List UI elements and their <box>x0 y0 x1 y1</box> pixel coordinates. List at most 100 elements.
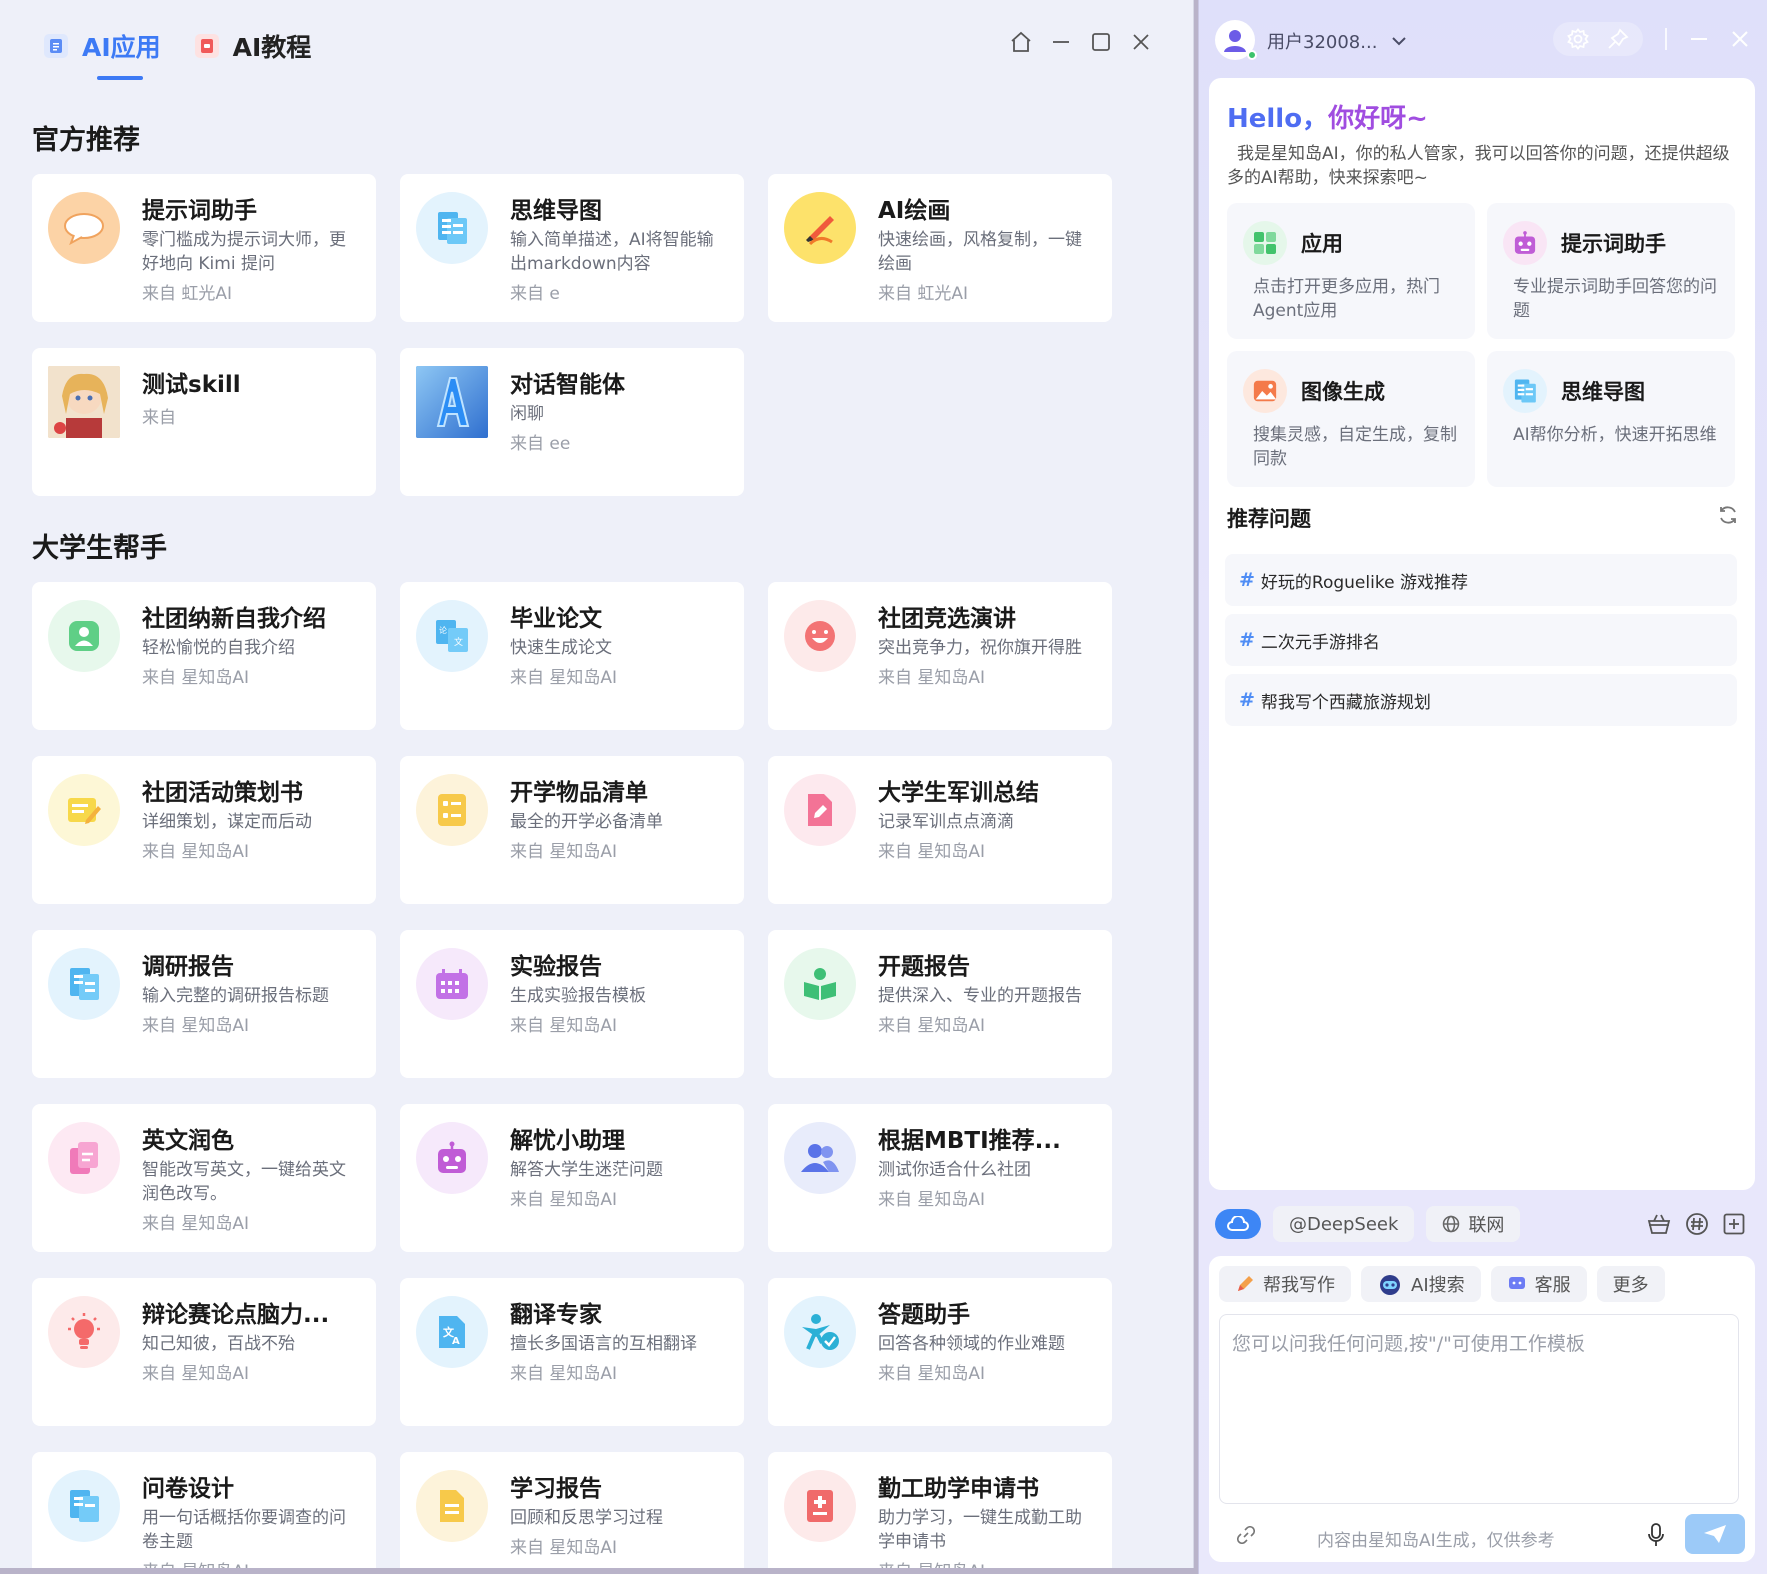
card-source: 来自 星知岛AI <box>142 1560 360 1568</box>
translate-icon: 文A <box>416 1296 488 1368</box>
recommend-item[interactable]: # 二次元手游排名 <box>1225 614 1737 666</box>
card-title: AI绘画 <box>878 198 951 224</box>
app-card[interactable]: 实验报告 生成实验报告模板 来自 星知岛AI <box>400 930 744 1078</box>
app-card[interactable]: 解忧小助理 解答大学生迷茫问题 来自 星知岛AI <box>400 1104 744 1252</box>
card-body: 辩论赛论点脑力... 知己知彼，百战不殆 来自 星知岛AI <box>142 1296 360 1408</box>
svg-text:论: 论 <box>439 625 447 635</box>
basket-icon[interactable] <box>1647 1213 1671 1235</box>
app-card[interactable]: 大学生军训总结 记录军训点点滴滴 来自 星知岛AI <box>768 756 1112 904</box>
app-card[interactable]: 社团纳新自我介绍轻松愉悦的自我介绍 来自 星知岛AI <box>32 582 376 730</box>
app-card[interactable]: AI绘画 快速绘画，风格复制，一键绘画 来自 虹光AI <box>768 174 1112 322</box>
card-source: 来自 星知岛AI <box>878 1364 986 1384</box>
greeting: Hello，你好呀~ <box>1227 98 1428 135</box>
more-button[interactable]: 更多 <box>1596 1266 1665 1302</box>
translate-doc-icon: 论文 <box>416 600 488 672</box>
quick-card-head: 图像生成 <box>1243 369 1461 413</box>
app-card[interactable]: 问卷设计用一句话概括你要调查的问卷主题来自 星知岛AI <box>32 1452 376 1568</box>
card-body: 调研报告 输入完整的调研报告标题 来自 星知岛AI <box>142 948 360 1060</box>
quick-card[interactable]: 提示词助手 专业提示词助手回答您的问题 <box>1487 203 1735 339</box>
card-source: 来自 星知岛AI <box>878 1560 1096 1568</box>
app-card[interactable]: 勤工助学申请书助力学习，一键生成勤工助学申请书来自 星知岛AI <box>768 1452 1112 1568</box>
card-desc: 输入完整的调研报告标题 <box>142 986 329 1006</box>
app-card[interactable]: 学习报告 回顾和反思学习过程 来自 星知岛AI <box>400 1452 744 1568</box>
refresh-icon[interactable] <box>1717 504 1739 530</box>
app-card[interactable]: 对话智能体 闲聊 来自 ee <box>400 348 744 496</box>
add-icon[interactable] <box>1723 1213 1745 1235</box>
app-card[interactable]: 社团竞选演讲 突出竞争力，祝你旗开得胜 来自 星知岛AI <box>768 582 1112 730</box>
help-write-button[interactable]: 帮我写作 <box>1219 1266 1351 1302</box>
tool-label: 更多 <box>1612 1275 1649 1296</box>
microphone-icon[interactable] <box>1647 1522 1665 1548</box>
recommend-item[interactable]: # 好玩的Roguelike 游戏推荐 <box>1225 554 1737 606</box>
chevron-down-icon <box>1392 37 1407 46</box>
hashtag-icon[interactable] <box>1685 1212 1709 1236</box>
doc-icon <box>44 34 68 58</box>
greeting-highlight: 你好呀~ <box>1328 104 1428 134</box>
send-button[interactable] <box>1685 1514 1745 1554</box>
card-desc: 提供深入、专业的开题报告 <box>878 986 1082 1006</box>
close-icon[interactable] <box>1731 30 1749 48</box>
gear-icon[interactable] <box>1567 28 1589 50</box>
card-source: 来自 星知岛AI <box>510 1190 618 1210</box>
home-icon[interactable] <box>1009 30 1033 54</box>
avatar[interactable] <box>1215 20 1257 60</box>
apps-icon <box>1243 221 1287 265</box>
minimize-icon[interactable] <box>1049 30 1073 54</box>
web-search-toggle[interactable]: 联网 <box>1426 1206 1521 1242</box>
list-icon <box>416 774 488 846</box>
close-icon[interactable] <box>1129 30 1153 54</box>
card-desc: 智能改写英文，一键给英文润色改写。 <box>142 1160 346 1204</box>
username: 用户32008... <box>1267 32 1378 53</box>
copy-icon <box>48 1122 120 1194</box>
app-card[interactable]: 开题报告 提供深入、专业的开题报告 来自 星知岛AI <box>768 930 1112 1078</box>
app-card[interactable]: 开学物品清单 最全的开学必备清单 来自 星知岛AI <box>400 756 744 904</box>
minimize-icon[interactable] <box>1689 29 1709 49</box>
card-desc: 解答大学生迷茫问题 <box>510 1160 663 1180</box>
app-card[interactable]: 论文毕业论文 快速生成论文 来自 星知岛AI <box>400 582 744 730</box>
quick-card-title: 提示词助手 <box>1561 232 1666 256</box>
card-desc: 最全的开学必备清单 <box>510 812 663 832</box>
pen-icon <box>1238 1276 1253 1291</box>
app-card[interactable]: 根据MBTI推荐... 测试你适合什么社团 来自 星知岛AI <box>768 1104 1112 1252</box>
model-select[interactable]: @DeepSeek <box>1273 1206 1415 1242</box>
link-icon[interactable] <box>1237 1526 1255 1544</box>
section-title-official: 官方推荐 <box>32 125 140 156</box>
app-card[interactable]: 文 A 翻译专家 擅长多国语言的互相翻译 来自 星知岛AI <box>400 1278 744 1426</box>
tab-ai-apps[interactable]: AI应用 <box>44 26 161 80</box>
card-title: 根据MBTI推荐... <box>878 1128 1061 1154</box>
quick-card[interactable]: 图像生成 搜集灵感，自定生成，复制同款 <box>1227 351 1475 487</box>
ai-search-button[interactable]: AI搜索 <box>1361 1266 1481 1302</box>
app-card[interactable]: 提示词助手 零门槛成为提示词大师，更好地向 Kimi 提问 来自 虹光AI <box>32 174 376 322</box>
recommend-item[interactable]: # 帮我写个西藏旅游规划 <box>1225 674 1737 726</box>
card-source: 来自 星知岛AI <box>878 842 986 862</box>
app-card[interactable]: 社团活动策划书 详细策划，谋定而后动 来自 星知岛AI <box>32 756 376 904</box>
card-desc: 闲聊 <box>510 404 544 424</box>
chat-input[interactable]: 您可以问我任何问题,按"/"可使用工作模板 <box>1219 1314 1739 1504</box>
user-menu[interactable]: 用户32008... <box>1267 28 1407 54</box>
app-card[interactable]: 英文润色 智能改写英文，一键给英文润色改写。 来自 星知岛AI <box>32 1104 376 1252</box>
app-card[interactable]: 答题助手 回答各种领域的作业难题 来自 星知岛AI <box>768 1278 1112 1426</box>
card-source: 来自 星知岛AI <box>142 668 250 688</box>
cloud-toggle[interactable] <box>1215 1209 1261 1239</box>
card-title: 社团纳新自我介绍 <box>142 606 326 632</box>
card-desc: 轻松愉悦的自我介绍 <box>142 638 295 658</box>
recommend-text: 帮我写个西藏旅游规划 <box>1260 692 1431 713</box>
app-card[interactable]: 辩论赛论点脑力... 知己知彼，百战不殆 来自 星知岛AI <box>32 1278 376 1426</box>
pin-icon[interactable] <box>1607 28 1629 50</box>
quick-card-head: 应用 <box>1243 221 1461 265</box>
maximize-icon[interactable] <box>1089 30 1113 54</box>
app-card[interactable]: 思维导图 输入简单描述，AI将智能输出markdown内容 来自 e <box>400 174 744 322</box>
card-title: 测试skill <box>142 372 241 398</box>
app-card[interactable]: 调研报告 输入完整的调研报告标题 来自 星知岛AI <box>32 930 376 1078</box>
app-card[interactable]: 测试skill 来自 <box>32 348 376 496</box>
quick-card[interactable]: 应用 点击打开更多应用，热门Agent应用 <box>1227 203 1475 339</box>
quick-card[interactable]: 思维导图 AI帮你分析，快速开拓思维 <box>1487 351 1735 487</box>
assistant-home: Hello，你好呀~ 我是星知岛AI，你的私人管家，我可以回答你的问题，还提供超… <box>1209 78 1755 1190</box>
card-source: 来自 星知岛AI <box>510 668 618 688</box>
customer-service-button[interactable]: 客服 <box>1490 1266 1587 1302</box>
tab-ai-tutorial[interactable]: AI教程 <box>194 26 311 66</box>
svg-text:文: 文 <box>454 636 463 648</box>
card-body: 根据MBTI推荐... 测试你适合什么社团 来自 星知岛AI <box>878 1122 1096 1234</box>
card-source: 来自 星知岛AI <box>878 1016 986 1036</box>
card-desc: 回答各种领域的作业难题 <box>878 1334 1065 1354</box>
